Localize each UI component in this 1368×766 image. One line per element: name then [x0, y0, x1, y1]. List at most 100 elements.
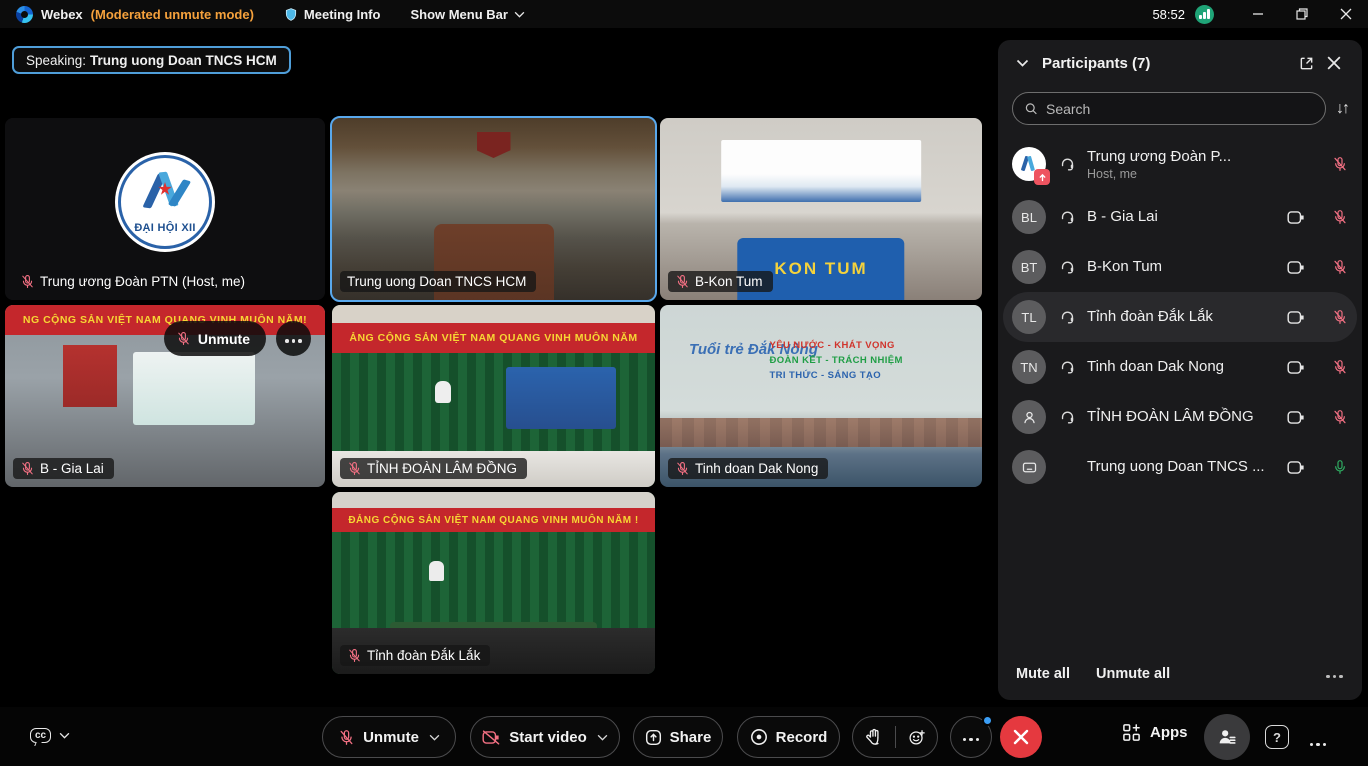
video-tile-lam-dong[interactable]: ẢNG CỘNG SẢN VIỆT NAM QUANG VINH MUÔN NĂ…: [332, 305, 655, 487]
participants-header: Participants (7): [998, 40, 1362, 86]
meeting-info-button[interactable]: Meeting Info: [284, 7, 381, 22]
unmute-all-button[interactable]: Unmute all: [1096, 666, 1170, 682]
mic-muted-icon[interactable]: [1332, 156, 1348, 172]
bust-statue: [435, 381, 451, 403]
pop-out-icon: [1299, 56, 1314, 71]
camera-off-icon: [482, 730, 501, 745]
video-tile-dak-nong[interactable]: Tuổi trẻ Đắk Nông YÊU NƯỚC - KHÁT VỌNG Đ…: [660, 305, 982, 487]
headset-icon: [1059, 359, 1076, 376]
control-bar-more-button[interactable]: [1308, 733, 1328, 751]
participant-row-dak-nong[interactable]: TN Tinh doan Dak Nong: [998, 342, 1362, 392]
participants-toggle-button[interactable]: [1204, 714, 1250, 760]
slogan-line-2: ĐOÀN KẾT - TRÁCH NHIỆM: [769, 355, 902, 366]
restore-button[interactable]: [1280, 0, 1324, 28]
closed-captions-button[interactable]: cc: [30, 728, 51, 743]
video-tile-gia-lai[interactable]: NG CỘNG SẢN VIỆT NAM QUANG VINH MUÔN NĂM…: [5, 305, 325, 487]
camera-on-icon[interactable]: [1287, 360, 1306, 375]
control-bar: cc Unmute Start video Share Record: [0, 707, 1368, 766]
video-tile-tncs-hcm-active-speaker[interactable]: Trung uong Doan TNCS HCM: [332, 118, 655, 300]
avatar-initials: BT: [1012, 250, 1046, 284]
search-input[interactable]: [1046, 101, 1313, 117]
participant-name: B-Kon Tum: [1087, 258, 1162, 275]
speaking-indicator: Speaking: Trung uong Doan TNCS HCM: [12, 46, 291, 74]
close-icon: [1327, 56, 1341, 70]
start-video-button[interactable]: Start video: [470, 716, 620, 758]
video-tile-kon-tum[interactable]: KON TUM B-Kon Tum: [660, 118, 982, 300]
pop-out-panel-button[interactable]: [1292, 49, 1320, 77]
more-options-button[interactable]: [950, 716, 992, 758]
mute-all-button[interactable]: Mute all: [1016, 666, 1070, 682]
red-banner-text: ĐẢNG CỘNG SẢN VIỆT NAM QUANG VINH MUÔN N…: [332, 508, 655, 532]
ceiling-strip: [332, 305, 655, 323]
camera-on-icon[interactable]: [1287, 410, 1306, 425]
participant-row-gia-lai[interactable]: BL B - Gia Lai: [998, 192, 1362, 242]
participant-row-tncs-device[interactable]: Trung uong Doan TNCS ...: [998, 442, 1362, 492]
moderated-mode-label: (Moderated unmute mode): [91, 7, 254, 22]
participant-search[interactable]: [1012, 92, 1326, 125]
speaking-prefix: Speaking:: [26, 53, 86, 68]
raise-hand-button[interactable]: [853, 728, 895, 746]
share-button[interactable]: Share: [633, 716, 723, 758]
sharing-badge-icon: [1034, 169, 1050, 185]
camera-on-icon[interactable]: [1287, 460, 1306, 475]
participant-name: Trung ương Đoàn PTN (Host, me): [40, 274, 245, 289]
record-button[interactable]: Record: [737, 716, 840, 758]
mic-muted-icon: [176, 331, 191, 346]
participant-row-kon-tum[interactable]: BT B-Kon Tum: [998, 242, 1362, 292]
mic-on-icon[interactable]: [1332, 459, 1348, 475]
sort-participants-button[interactable]: ↓↑: [1336, 100, 1348, 118]
participant-row-host[interactable]: Trung ương Đoàn P... Host, me: [998, 136, 1362, 192]
leave-meeting-button[interactable]: [1000, 716, 1042, 758]
participant-row-lam-dong[interactable]: TỈNH ĐOÀN LÂM ĐỒNG: [998, 392, 1362, 442]
desk-text: KON TUM: [774, 259, 867, 279]
panel-more-options-button[interactable]: [1325, 665, 1345, 683]
collapse-panel-button[interactable]: [1012, 49, 1032, 77]
apps-grid-icon: [1122, 723, 1141, 742]
participant-name: Trung ương Đoàn P...: [1087, 148, 1231, 165]
tile-name-label: Tinh doan Dak Nong: [668, 458, 828, 479]
dai-hoi-logo: ĐẠI HỘI XII: [118, 155, 212, 249]
help-button[interactable]: ?: [1265, 725, 1289, 749]
mic-muted-icon[interactable]: [1332, 359, 1348, 375]
mic-muted-icon[interactable]: [1332, 409, 1348, 425]
flag-emblem: [477, 132, 511, 158]
record-label: Record: [776, 729, 828, 746]
headset-icon: [1059, 259, 1076, 276]
participants-panel: Participants (7) ↓↑ Trung ương Đoàn P...: [998, 40, 1362, 700]
tile-unmute-button[interactable]: Unmute: [164, 321, 266, 356]
avatar-person-icon: [1012, 400, 1046, 434]
video-tile-host[interactable]: ĐẠI HỘI XII Trung ương Đoàn PTN (Host, m…: [5, 118, 325, 300]
apps-button[interactable]: Apps: [1122, 723, 1188, 742]
avatar-initials: TN: [1012, 350, 1046, 384]
connection-quality-icon[interactable]: [1195, 5, 1214, 24]
wall-banner: [721, 140, 921, 202]
camera-on-icon[interactable]: [1287, 260, 1306, 275]
unmute-button[interactable]: Unmute: [322, 716, 456, 758]
tile-name-label: Tỉnh đoàn Đắk Lắk: [340, 645, 490, 666]
tile-name-label: B-Kon Tum: [668, 271, 773, 292]
headset-icon: [1059, 309, 1076, 326]
speaking-name: Trung uong Doan TNCS HCM: [90, 53, 277, 68]
slogan-line-1: YÊU NƯỚC - KHÁT VỌNG: [769, 340, 894, 351]
chevron-down-icon[interactable]: [59, 732, 70, 739]
mic-muted-icon[interactable]: [1332, 259, 1348, 275]
tile-more-options-button[interactable]: [276, 321, 311, 356]
close-panel-button[interactable]: [1320, 49, 1348, 77]
show-menu-bar-button[interactable]: Show Menu Bar: [410, 7, 525, 22]
camera-on-icon[interactable]: [1287, 210, 1306, 225]
mic-muted-icon[interactable]: [1332, 309, 1348, 325]
mic-muted-icon: [675, 274, 690, 289]
red-banner-text: ẢNG CỘNG SẢN VIỆT NAM QUANG VINH MUÔN NĂ…: [332, 323, 655, 353]
video-tile-dak-lak[interactable]: ĐẢNG CỘNG SẢN VIỆT NAM QUANG VINH MUÔN N…: [332, 492, 655, 674]
participant-row-dak-lak-highlighted[interactable]: TL Tỉnh đoàn Đắk Lắk: [1003, 292, 1357, 342]
minimize-button[interactable]: [1236, 0, 1280, 28]
close-window-button[interactable]: [1324, 0, 1368, 28]
camera-on-icon[interactable]: [1287, 310, 1306, 325]
chevron-down-icon: [1016, 59, 1029, 67]
headset-icon: [1059, 409, 1076, 426]
mic-muted-icon[interactable]: [1332, 209, 1348, 225]
participants-title: Participants (7): [1042, 55, 1150, 72]
avatar-device-icon: [1012, 450, 1046, 484]
mic-muted-icon: [20, 461, 35, 476]
reactions-button[interactable]: [895, 729, 937, 746]
